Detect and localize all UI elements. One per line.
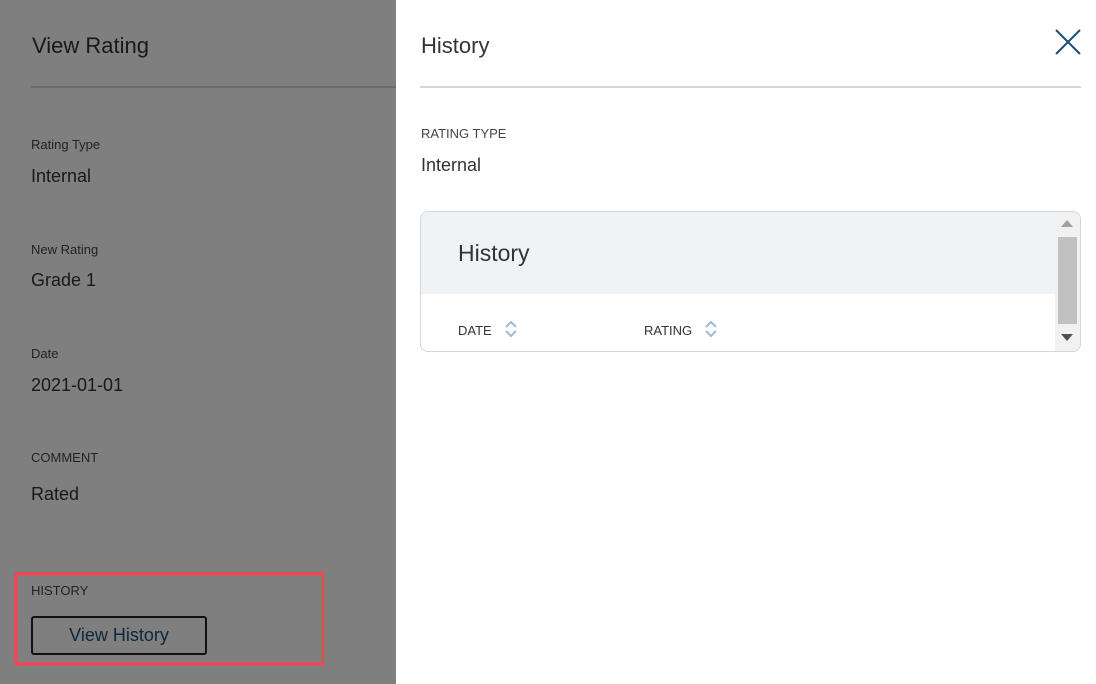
column-label-date: DATE <box>458 323 492 338</box>
drawer-title: History <box>421 33 490 58</box>
divider <box>420 86 1081 88</box>
scroll-up-arrow-icon[interactable] <box>1061 220 1073 227</box>
card-header: History <box>421 212 1055 294</box>
history-drawer: History RATING TYPE Internal History DAT… <box>396 0 1096 684</box>
modal-overlay[interactable] <box>0 0 396 684</box>
sort-icon[interactable] <box>504 320 518 341</box>
vertical-scrollbar[interactable] <box>1055 212 1080 351</box>
scroll-thumb[interactable] <box>1058 237 1077 324</box>
column-header-date[interactable]: DATE <box>458 320 518 341</box>
column-header-rating[interactable]: RATING <box>644 320 718 341</box>
card-title: History <box>458 240 530 266</box>
rating-type-value: Internal <box>421 155 482 175</box>
scroll-down-arrow-icon[interactable] <box>1061 334 1073 341</box>
sort-icon[interactable] <box>704 320 718 341</box>
close-icon[interactable] <box>1052 26 1084 58</box>
rating-type-label: RATING TYPE <box>421 126 507 141</box>
column-label-rating: RATING <box>644 323 693 338</box>
history-table-card: History DATE RATING <box>420 211 1081 352</box>
